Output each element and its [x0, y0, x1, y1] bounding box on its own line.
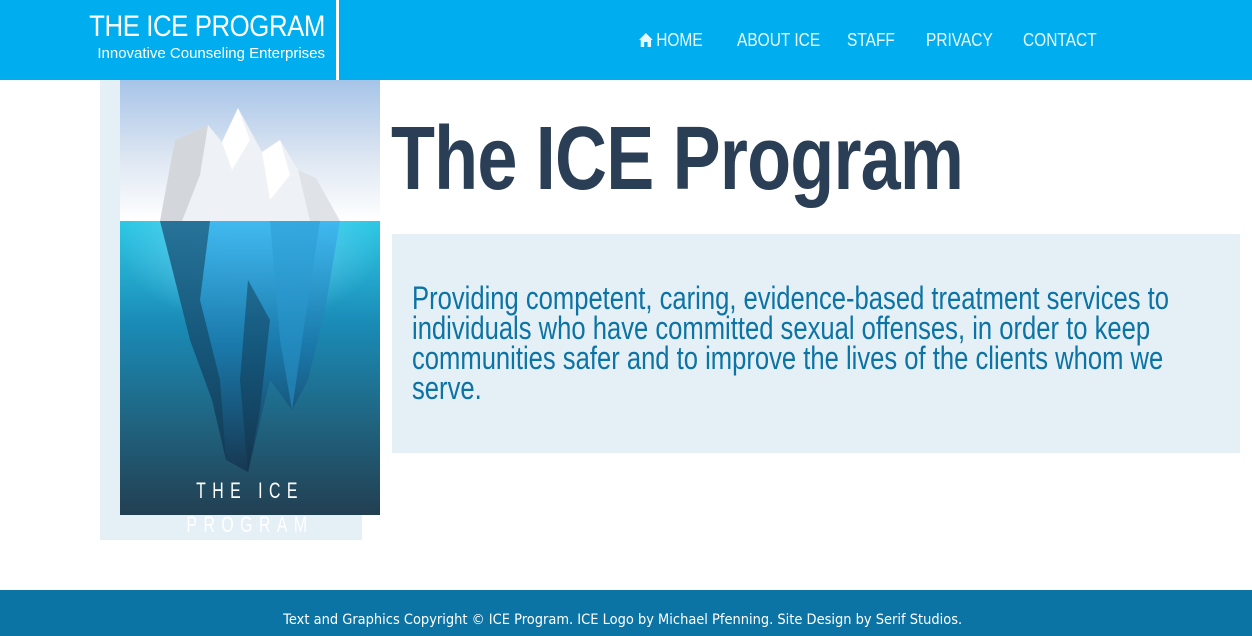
site-footer: Text and Graphics Copyright © ICE Progra…: [0, 590, 1252, 636]
nav-contact[interactable]: CONTACT: [1023, 30, 1097, 51]
page-title: The ICE Program: [391, 109, 964, 209]
nav-about-label: ABOUT ICE: [737, 29, 821, 50]
nav-home[interactable]: HOME: [639, 30, 723, 51]
mission-statement: Providing competent, caring, evidence-ba…: [412, 280, 1170, 406]
nav-privacy-label: PRIVACY: [926, 29, 993, 50]
site-header: THE ICE PROGRAM Innovative Counseling En…: [0, 0, 1252, 80]
home-icon: [639, 33, 653, 47]
site-subtitle: Innovative Counseling Enterprises: [97, 45, 325, 62]
nav-privacy[interactable]: PRIVACY: [926, 30, 1009, 51]
iceberg-logo: [120, 80, 380, 515]
site-logo-link[interactable]: THE ICE PROGRAM Innovative Counseling En…: [0, 0, 336, 80]
site-title: THE ICE PROGRAM: [89, 10, 325, 43]
nav-about[interactable]: ABOUT ICE: [737, 30, 832, 51]
nav-home-label: HOME: [656, 29, 703, 50]
footer-copyright: Text and Graphics Copyright © ICE Progra…: [283, 612, 963, 628]
nav-staff[interactable]: STAFF: [847, 30, 915, 51]
nav-contact-label: CONTACT: [1023, 29, 1097, 50]
logo-caption: THE ICE PROGRAM: [186, 478, 314, 537]
nav-staff-label: STAFF: [847, 29, 895, 50]
header-divider: [336, 0, 339, 80]
main-nav: HOME ABOUT ICE STAFF PRIVACY CONTACT: [639, 28, 1103, 52]
